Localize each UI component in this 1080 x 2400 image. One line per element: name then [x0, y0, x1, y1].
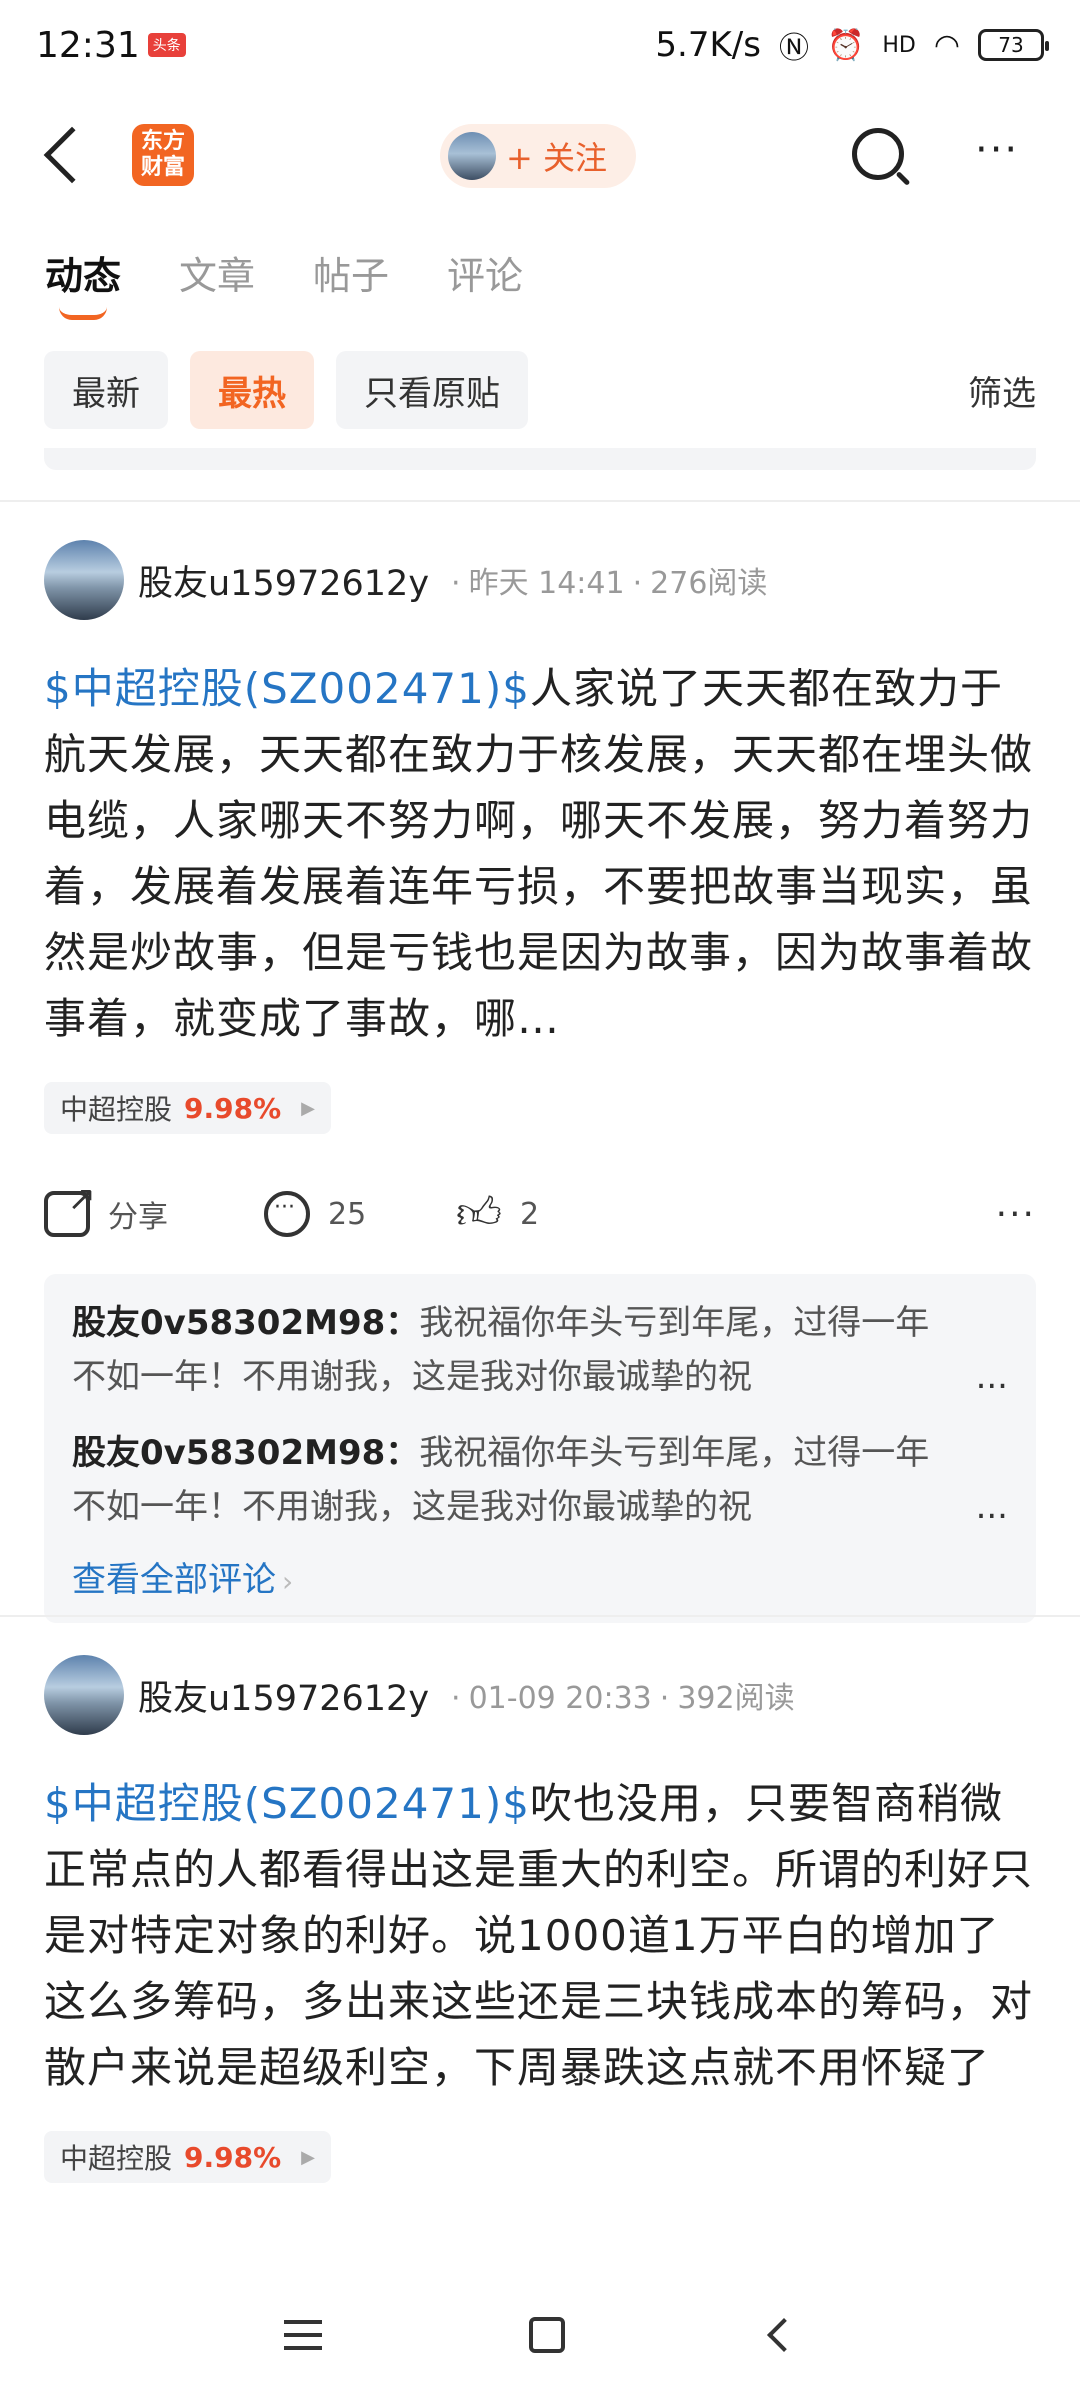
alarm-icon: ⏰ — [826, 27, 865, 63]
filter-latest[interactable]: 最新 — [44, 351, 168, 429]
like-button[interactable]: 👍︎ 2 — [456, 1191, 539, 1237]
tab-dynamics[interactable]: 动态 — [45, 245, 121, 320]
thumbs-up-icon: 👍︎ — [456, 1188, 502, 1239]
filter-button[interactable]: 筛选 — [908, 366, 1036, 415]
system-nav-bar — [0, 2270, 1080, 2400]
filter-bar: 最新 最热 只看原贴 筛选 — [44, 350, 1036, 430]
post-meta: · 昨天 14:41 · 276阅读 — [451, 566, 768, 601]
share-button[interactable]: 分享 — [44, 1179, 264, 1237]
stock-name: 中超控股 — [60, 1093, 173, 1126]
post-card[interactable]: 股友u15972612y · 01-09 20:33 · 392阅读 $中超控股(SZ… — [44, 1655, 1036, 2183]
status-icons: 5.7K/s Ⓝ ⏰ HD ◠ 73 — [655, 23, 1049, 67]
read-count: 392阅读 — [677, 1681, 795, 1716]
status-time: 12:31 — [36, 24, 140, 66]
post-meta: · 01-09 20:33 · 392阅读 — [451, 1681, 795, 1716]
stock-name: 中超控股 — [60, 2142, 173, 2175]
wifi-icon: ◠ — [933, 27, 960, 63]
comment-ellipsis: ... — [975, 1487, 1008, 1527]
back-icon[interactable] — [43, 126, 101, 184]
stock-chip[interactable]: 中超控股 9.98% ▶ — [44, 2131, 331, 2183]
app-logo: 东方 财富 — [132, 124, 194, 186]
more-options-icon[interactable]: ··· — [975, 130, 1019, 170]
funnel-icon — [908, 375, 948, 401]
post-header: 股友u15972612y · 01-09 20:33 · 392阅读 — [44, 1655, 1036, 1735]
avatar[interactable] — [44, 540, 124, 620]
comment-button[interactable]: 25 — [264, 1191, 456, 1237]
content-edge — [44, 448, 1036, 470]
search-icon[interactable] — [852, 128, 904, 180]
post-header: 股友u15972612y · 昨天 14:41 · 276阅读 — [44, 540, 1036, 620]
status-badge: 头条 — [147, 33, 186, 57]
comment-author: 股友0v58302M98： — [72, 1303, 420, 1343]
author-name[interactable]: 股友u15972612y — [138, 555, 429, 606]
read-count: 276阅读 — [650, 566, 768, 601]
battery-icon: 73 — [978, 29, 1049, 61]
divider — [0, 1615, 1080, 1617]
avatar[interactable] — [44, 1655, 124, 1735]
tab-comments[interactable]: 评论 — [447, 245, 523, 300]
comment-item[interactable]: 股友0v58302M98：我祝福你年头亏到年尾，过得一年不如一年！不用谢我，这是… — [72, 1296, 1008, 1404]
comment-item[interactable]: 股友0v58302M98：我祝福你年头亏到年尾，过得一年不如一年！不用谢我，这是… — [72, 1426, 1008, 1534]
stock-change: 9.98% — [184, 1091, 282, 1125]
filter-hottest[interactable]: 最热 — [190, 351, 314, 429]
comment-author: 股友0v58302M98： — [72, 1433, 420, 1473]
nfc-icon: Ⓝ — [778, 31, 809, 66]
comment-icon — [264, 1191, 310, 1237]
share-icon — [44, 1179, 96, 1237]
follow-button[interactable]: + 关注 — [440, 124, 636, 188]
filter-label: 筛选 — [968, 373, 1036, 414]
chevron-right-icon: › — [282, 1565, 294, 1598]
nav-back-icon[interactable] — [767, 2318, 802, 2352]
tab-bar: 动态 文章 帖子 评论 — [45, 245, 523, 320]
post-actions: 分享 25 👍︎ 2 ··· — [44, 1174, 1036, 1254]
tab-articles[interactable]: 文章 — [179, 245, 255, 300]
filter-original-only[interactable]: 只看原贴 — [336, 351, 528, 429]
play-arrow-icon: ▶ — [301, 2146, 315, 2168]
tab-posts[interactable]: 帖子 — [313, 245, 389, 300]
play-arrow-icon: ▶ — [301, 1097, 315, 1119]
view-all-label: 查看全部评论 — [72, 1560, 276, 1600]
stock-link[interactable]: $中超控股(SZ002471)$ — [44, 1779, 530, 1828]
top-bar: 东方 财富 + 关注 ··· — [0, 110, 1080, 200]
stock-link[interactable]: $中超控股(SZ002471)$ — [44, 664, 530, 713]
like-count: 2 — [520, 1196, 540, 1232]
stock-chip[interactable]: 中超控股 9.98% ▶ — [44, 1082, 331, 1134]
menu-icon[interactable] — [283, 2320, 322, 2350]
comments-preview[interactable]: 股友0v58302M98：我祝福你年头亏到年尾，过得一年不如一年！不用谢我，这是… — [44, 1274, 1036, 1623]
home-icon[interactable] — [528, 2317, 565, 2353]
share-label: 分享 — [108, 1200, 168, 1235]
stock-change: 9.98% — [184, 2140, 282, 2174]
comment-count: 25 — [328, 1196, 367, 1232]
post-more-icon[interactable]: ··· — [996, 1194, 1036, 1235]
avatar — [448, 132, 496, 180]
comment-ellipsis: ... — [975, 1357, 1008, 1397]
author-name[interactable]: 股友u15972612y — [138, 1670, 429, 1721]
divider — [0, 500, 1080, 502]
post-body[interactable]: $中超控股(SZ002471)$人家说了天天都在致力于航天发展，天天都在致力于核… — [44, 656, 1036, 1052]
post-text: 人家说了天天都在致力于航天发展，天天都在致力于核发展，天天都在埋头做电缆，人家哪… — [44, 664, 1034, 1043]
network-speed: 5.7K/s — [655, 25, 761, 65]
status-bar: 12:31 头条 5.7K/s Ⓝ ⏰ HD ◠ 73 — [0, 0, 1080, 90]
view-all-comments-link[interactable]: 查看全部评论 › — [72, 1552, 1008, 1601]
post-body[interactable]: $中超控股(SZ002471)$吹也没用，只要智商稍微正常点的人都看得出这是重大… — [44, 1771, 1036, 2101]
post-time: 01-09 20:33 — [468, 1681, 652, 1716]
signal-icon: HD — [882, 32, 916, 58]
follow-label: + 关注 — [506, 139, 607, 177]
post-card[interactable]: 股友u15972612y · 昨天 14:41 · 276阅读 $中超控股(SZ002… — [44, 540, 1036, 1623]
post-time: 昨天 14:41 — [468, 566, 625, 601]
